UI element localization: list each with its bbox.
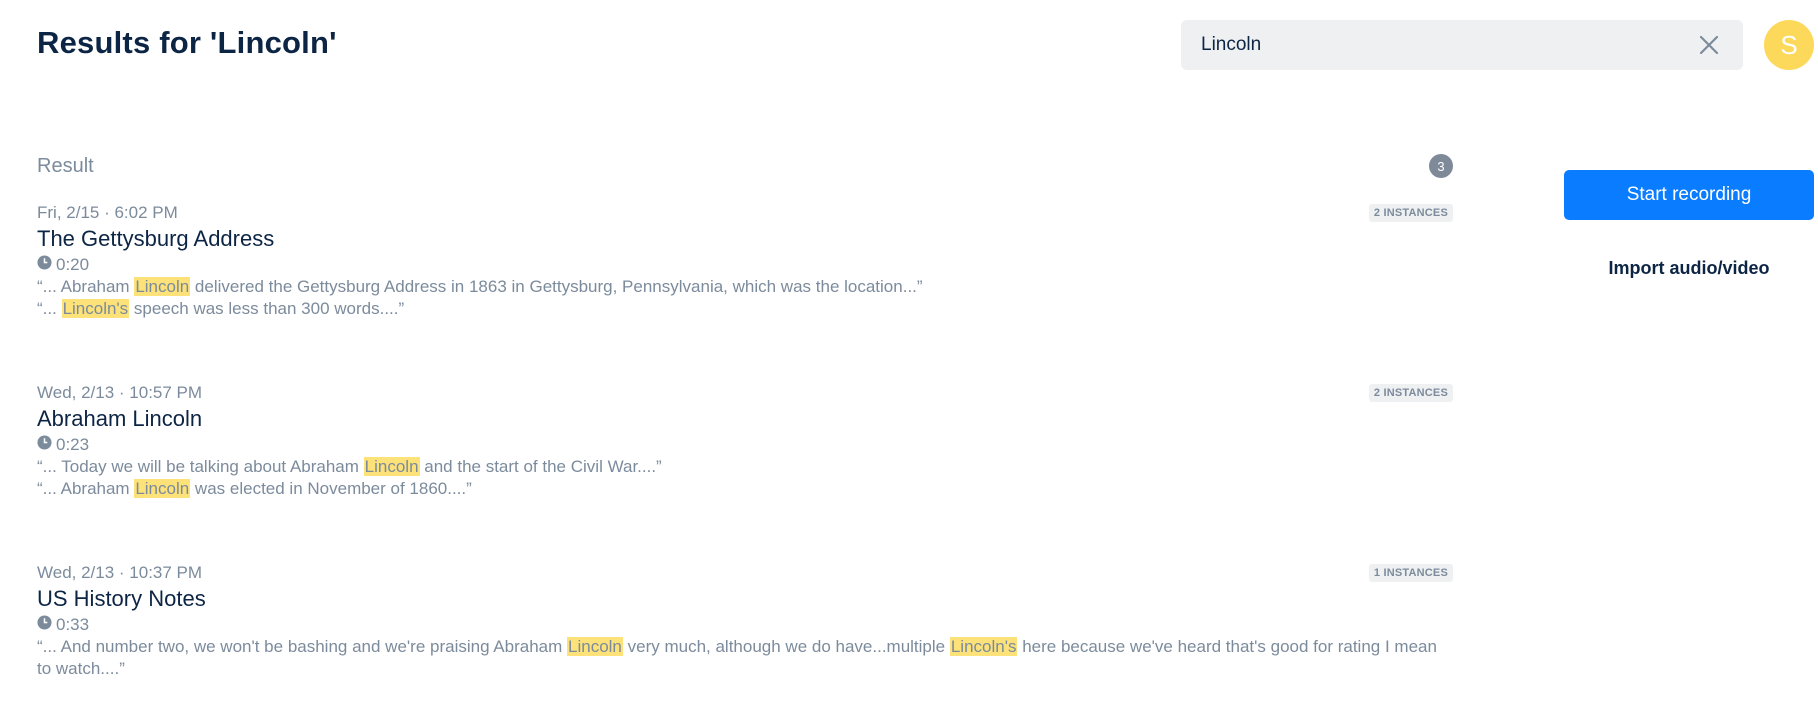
page-title: Results for 'Lincoln' — [37, 25, 337, 60]
snippet-text: speech was less than 300 words....” — [129, 299, 405, 318]
result-date: Fri, 2/15 · 6:02 PM — [37, 203, 178, 222]
close-icon[interactable] — [1695, 31, 1723, 59]
snippet-text: was elected in November of 1860....” — [190, 479, 472, 498]
avatar[interactable]: S — [1764, 20, 1814, 70]
result-title[interactable]: US History Notes — [37, 585, 1453, 613]
search-input[interactable] — [1201, 34, 1695, 56]
import-audio-video-link[interactable]: Import audio/video — [1564, 258, 1814, 279]
results-label: Result — [37, 154, 94, 177]
snippet: “... Abraham Lincoln was elected in Nove… — [37, 478, 1453, 500]
result-item[interactable]: Wed, 2/13 · 10:57 PM 2 INSTANCES Abraham… — [37, 381, 1453, 500]
snippet: “... Today we will be talking about Abra… — [37, 456, 1453, 478]
snippet-text: “... And number two, we won't be bashing… — [37, 637, 568, 656]
search-box — [1181, 20, 1743, 70]
result-title[interactable]: Abraham Lincoln — [37, 405, 1453, 433]
duration-text: 0:33 — [56, 615, 90, 634]
snippet-text: “... Abraham — [37, 277, 135, 296]
highlight-match: Lincoln — [567, 637, 623, 656]
instances-badge: 2 INSTANCES — [1368, 384, 1453, 402]
result-item[interactable]: Fri, 2/15 · 6:02 PM 2 INSTANCES The Gett… — [37, 201, 1453, 320]
start-recording-button[interactable]: Start recording — [1564, 170, 1814, 220]
duration-text: 0:20 — [56, 255, 90, 274]
result-duration: 0:23 — [37, 434, 1453, 456]
highlight-match: Lincoln — [134, 277, 191, 296]
results-header: Result 3 — [37, 150, 1453, 182]
snippet-text: delivered the Gettysburg Address in 1863… — [190, 277, 923, 296]
clock-icon — [37, 434, 52, 456]
highlight-match: Lincoln — [363, 457, 420, 476]
highlight-match: Lincoln's — [61, 299, 130, 318]
result-item[interactable]: Wed, 2/13 · 10:37 PM 1 INSTANCES US Hist… — [37, 561, 1453, 680]
snippet: “... Lincoln's speech was less than 300 … — [37, 298, 1453, 320]
result-duration: 0:33 — [37, 614, 1453, 636]
snippet-text: “... Abraham — [37, 479, 135, 498]
snippet-text: “... Today we will be talking about Abra… — [37, 457, 364, 476]
instances-badge: 2 INSTANCES — [1368, 204, 1453, 222]
result-date: Wed, 2/13 · 10:57 PM — [37, 383, 203, 402]
highlight-match: Lincoln — [134, 479, 191, 498]
results-list: Result 3 Fri, 2/15 · 6:02 PM 2 INSTANCES… — [37, 150, 1453, 680]
results-count-badge: 3 — [1429, 154, 1453, 178]
instances-badge: 1 INSTANCES — [1368, 564, 1453, 582]
clock-icon — [37, 614, 52, 636]
snippet-text: “... — [37, 299, 62, 318]
page: Results for 'Lincoln' S Result 3 Fri, 2/… — [0, 0, 1818, 710]
result-title[interactable]: The Gettysburg Address — [37, 225, 1453, 253]
highlight-match: Lincoln's — [949, 637, 1018, 656]
snippet-text: very much, although we do have...multipl… — [622, 637, 950, 656]
snippet-text: and the start of the Civil War....” — [419, 457, 662, 476]
duration-text: 0:23 — [56, 435, 90, 454]
result-date: Wed, 2/13 · 10:37 PM — [37, 563, 203, 582]
snippet: “... Abraham Lincoln delivered the Getty… — [37, 276, 1453, 298]
clock-icon — [37, 254, 52, 276]
snippet: “... And number two, we won't be bashing… — [37, 636, 1453, 680]
result-duration: 0:20 — [37, 254, 1453, 276]
